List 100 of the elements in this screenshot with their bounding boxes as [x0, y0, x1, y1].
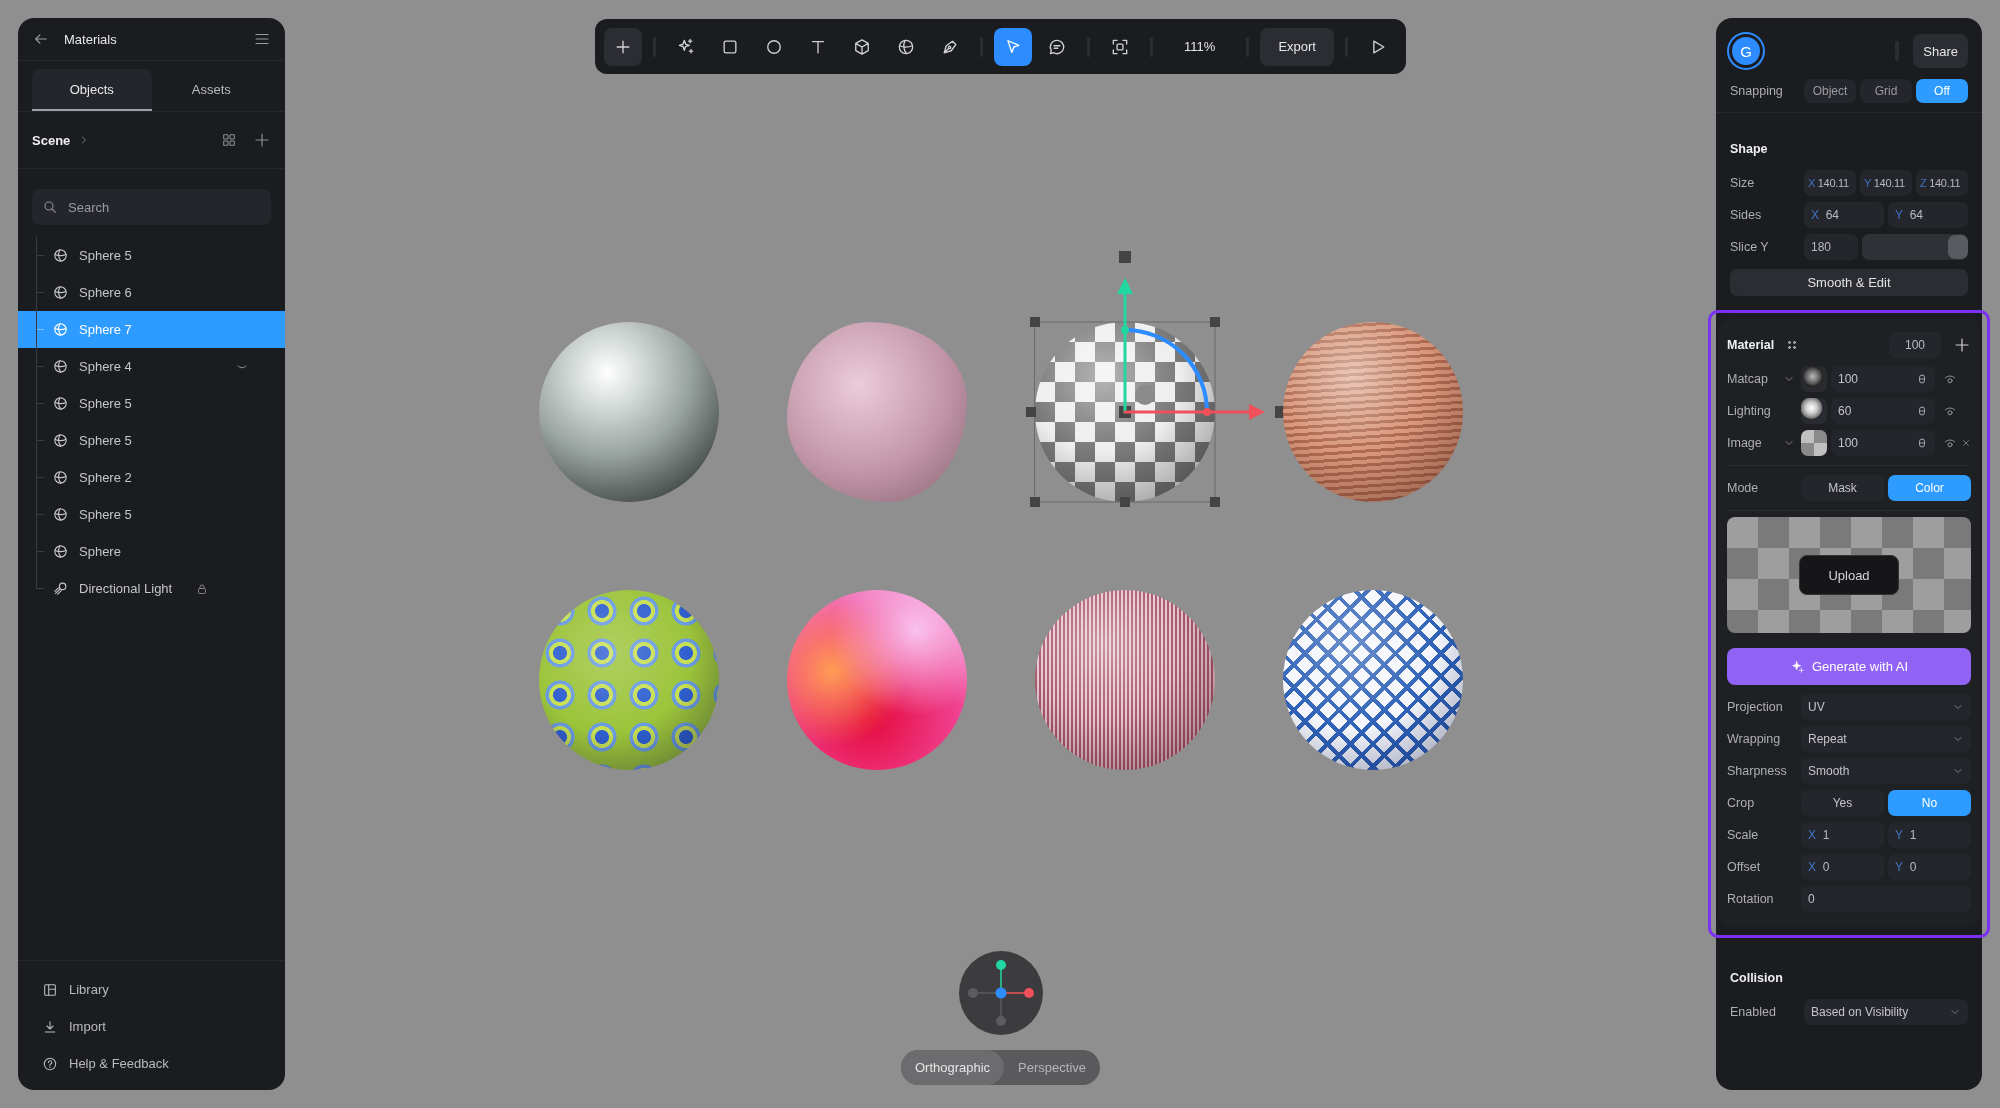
upload-button[interactable]: Upload — [1799, 555, 1899, 595]
field-label: Sides — [1730, 208, 1763, 222]
visibility-icon[interactable] — [1943, 404, 1957, 418]
layer-thumbnail[interactable] — [1801, 430, 1827, 456]
slider-thumb[interactable] — [1948, 235, 1968, 259]
field-label: Slice Y — [1730, 240, 1770, 254]
sphere-icon — [52, 358, 69, 375]
lock-icon[interactable] — [196, 582, 209, 595]
layer-item[interactable]: Sphere 6 — [18, 274, 285, 311]
search-field[interactable]: Search — [32, 189, 271, 225]
layer-item[interactable]: Sphere 5 — [18, 496, 285, 533]
layer-name: Sphere 5 — [79, 433, 132, 448]
dropdown[interactable]: UV — [1801, 694, 1971, 720]
layer-label: Matcap — [1727, 372, 1769, 386]
number-field[interactable]: X 140.11 — [1804, 170, 1856, 196]
layer-item[interactable]: Sphere 5 — [18, 422, 285, 459]
sparkle-icon — [1789, 658, 1806, 675]
field-label: Offset — [1727, 860, 1762, 874]
add-tool-button[interactable] — [604, 27, 643, 66]
field-label: Size — [1730, 176, 1756, 190]
sphere-icon — [52, 247, 69, 264]
import-icon — [42, 1018, 58, 1035]
layer-name: Sphere 7 — [79, 322, 132, 337]
light-icon — [52, 580, 69, 597]
checkered-sphere[interactable] — [1034, 322, 1215, 502]
sphere-icon — [52, 506, 69, 523]
field-label: Scale — [1727, 828, 1760, 842]
number-field[interactable]: 0 — [1801, 886, 1971, 912]
drag-handle-icon[interactable] — [1786, 339, 1799, 351]
sphere-icon — [52, 432, 69, 449]
layer-item[interactable]: Sphere — [18, 533, 285, 570]
number-field[interactable]: Y 64 — [1888, 202, 1968, 228]
footer-link[interactable]: Help & Feedback — [18, 1045, 285, 1082]
export-button[interactable]: Export — [1260, 27, 1334, 66]
layer-value-field[interactable]: 100 — [1831, 430, 1935, 456]
number-field[interactable]: X 64 — [1804, 202, 1884, 228]
add-icon[interactable] — [1953, 336, 1971, 354]
section-title: Shape — [1730, 141, 1769, 158]
number-field[interactable]: 180 — [1804, 234, 1858, 260]
opacity-field[interactable]: 100 — [1889, 332, 1941, 358]
layer-name: Sphere 5 — [79, 396, 132, 411]
help-icon — [42, 1055, 58, 1072]
sphere-icon — [52, 469, 69, 486]
grid-view-icon[interactable] — [221, 132, 237, 148]
layer-label: Lighting — [1727, 404, 1772, 418]
pointer-tool-button[interactable] — [994, 27, 1033, 66]
footer-link[interactable]: Import — [18, 1008, 285, 1045]
layer-name: Sphere 6 — [79, 285, 132, 300]
field-label: Wrapping — [1727, 732, 1782, 746]
number-field[interactable]: X 1 — [1801, 822, 1884, 848]
field-label: Snapping — [1730, 84, 1784, 98]
dropdown[interactable]: Smooth — [1801, 758, 1971, 784]
close-icon[interactable] — [1961, 438, 1971, 448]
blend-icon[interactable] — [1916, 437, 1928, 449]
sphere-icon — [52, 321, 69, 338]
visibility-icon[interactable] — [1943, 372, 1957, 386]
layer-item[interactable]: Sphere 5 — [18, 385, 285, 422]
number-field[interactable]: X 0 — [1801, 854, 1884, 880]
number-field[interactable]: Y 1 — [1888, 822, 1971, 848]
add-icon[interactable] — [253, 131, 271, 149]
layer-name: Sphere 4 — [79, 359, 132, 374]
mode-option[interactable]: Mask — [1801, 475, 1884, 501]
share-button[interactable]: Share — [1913, 34, 1968, 68]
number-field[interactable]: Y 140.11 — [1860, 170, 1912, 196]
generate-ai-button[interactable]: Generate with AI — [1727, 648, 1971, 685]
layer-thumbnail[interactable] — [1801, 366, 1827, 392]
layer-name: Sphere 2 — [79, 470, 132, 485]
dropdown[interactable]: Repeat — [1801, 726, 1971, 752]
field-label: Enabled — [1730, 1005, 1777, 1019]
blend-icon[interactable] — [1916, 405, 1928, 417]
layer-value-field[interactable]: 100 — [1831, 366, 1935, 392]
footer-link[interactable]: Library — [18, 971, 285, 1008]
crop-option[interactable]: Yes — [1801, 790, 1884, 816]
view-mode-tab[interactable]: Orthographic — [900, 1050, 1005, 1085]
layer-item[interactable]: Directional Light — [18, 570, 285, 607]
sphere-icon — [52, 284, 69, 301]
blend-icon[interactable] — [1916, 373, 1928, 385]
field-label: Crop — [1727, 796, 1756, 810]
zoom-level[interactable]: 111% — [1164, 39, 1236, 54]
layer-item[interactable]: Sphere 5 — [18, 237, 285, 274]
number-field[interactable]: Y 0 — [1888, 854, 1971, 880]
search-icon — [42, 199, 58, 215]
visibility-icon[interactable] — [1943, 436, 1957, 450]
view-axis-gizmo[interactable] — [958, 951, 1043, 1035]
section-title: Collision — [1730, 970, 1784, 987]
layer-name: Sphere 5 — [79, 507, 132, 522]
dropdown[interactable]: Based on Visibility — [1804, 999, 1968, 1025]
field-label: Sharpness — [1727, 764, 1788, 778]
layer-thumbnail[interactable] — [1801, 398, 1827, 424]
panel-tab[interactable]: Objects — [32, 69, 152, 111]
scene-label[interactable]: Scene — [32, 132, 71, 148]
layer-value-field[interactable]: 60 — [1831, 398, 1935, 424]
number-field[interactable]: Z 140.11 — [1916, 170, 1968, 196]
panel-tab[interactable]: Assets — [151, 69, 271, 111]
project-title: Materials — [64, 31, 118, 47]
snapping-option[interactable]: Grid — [1860, 79, 1912, 103]
layer-item[interactable]: Sphere 2 — [18, 459, 285, 496]
snapping-option[interactable]: Object — [1804, 79, 1856, 103]
smooth-edit-button[interactable]: Smooth & Edit — [1730, 269, 1968, 296]
layer-item[interactable]: Sphere 4 — [18, 348, 285, 385]
